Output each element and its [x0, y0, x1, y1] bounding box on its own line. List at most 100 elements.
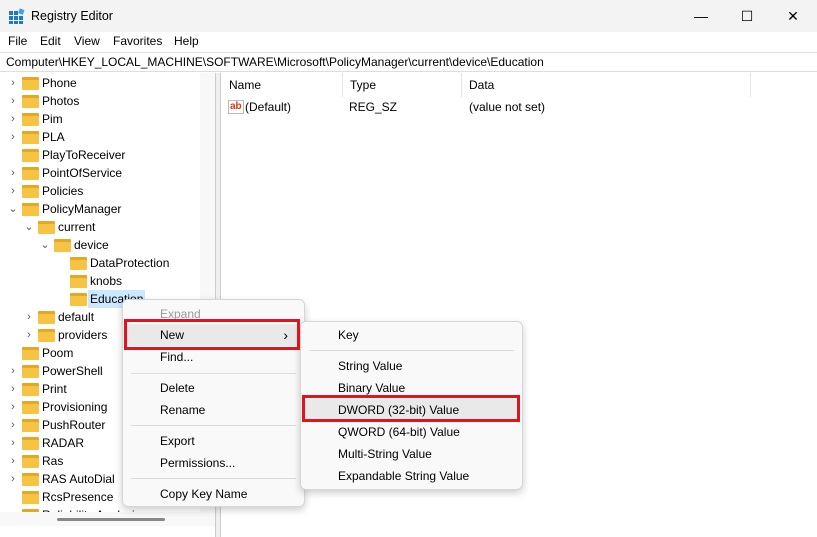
tree-item[interactable]: ⌄ device [0, 236, 200, 254]
chevron-right-icon[interactable]: › [8, 470, 18, 488]
value-data: (value not set) [469, 100, 546, 114]
folder-icon [22, 185, 39, 198]
tree-item-label: RAS AutoDial [42, 472, 115, 486]
chevron-right-icon[interactable]: › [8, 380, 18, 398]
tree-item-label: PushRouter [42, 418, 106, 432]
folder-icon [22, 365, 39, 378]
tree-item-label: Ras [42, 454, 64, 468]
menu-bar: File Edit View Favorites Help [0, 32, 817, 51]
tree-item-label: PowerShell [42, 364, 103, 378]
column-data[interactable]: Data [462, 73, 751, 97]
submenu-item-qword-value[interactable]: QWORD (64-bit) Value [305, 421, 518, 443]
column-type[interactable]: Type [343, 73, 462, 97]
submenu-item-key[interactable]: Key [305, 324, 518, 346]
scroll-thumb[interactable] [57, 518, 165, 521]
chevron-right-icon[interactable]: › [8, 416, 18, 434]
folder-icon [22, 401, 39, 414]
chevron-down-icon[interactable]: ⌄ [40, 236, 50, 254]
folder-icon [38, 311, 55, 324]
tree-item[interactable]: › PLA [0, 128, 200, 146]
maximize-button[interactable]: ☐ [724, 0, 770, 32]
value-name: (Default) [245, 100, 292, 114]
menu-view[interactable]: View [74, 34, 100, 48]
folder-icon [22, 419, 39, 432]
window-title: Registry Editor [31, 9, 113, 23]
folder-icon [22, 437, 39, 450]
minimize-button[interactable]: — [678, 0, 724, 32]
tree-item[interactable]: › Pim [0, 110, 200, 128]
tree-item[interactable]: › PointOfService [0, 164, 200, 182]
folder-icon [22, 113, 39, 126]
menu-item-copy-key-name[interactable]: Copy Key Name [127, 483, 300, 505]
submenu-item-string-value[interactable]: String Value [305, 355, 518, 377]
tree-item-label: PLA [42, 130, 65, 144]
chevron-right-icon[interactable]: › [8, 92, 18, 110]
chevron-right-icon[interactable]: › [8, 74, 18, 92]
tree-item[interactable]: ⌄ PolicyManager [0, 200, 200, 218]
submenu-item-multi-string-value[interactable]: Multi-String Value [305, 443, 518, 465]
close-button[interactable]: ✕ [770, 0, 816, 32]
chevron-right-icon[interactable]: › [8, 110, 18, 128]
column-name[interactable]: Name [222, 73, 343, 97]
menu-item-export[interactable]: Export [127, 430, 300, 452]
folder-icon [22, 77, 39, 90]
folder-icon [22, 491, 39, 504]
menu-favorites[interactable]: Favorites [113, 34, 162, 48]
folder-icon [22, 131, 39, 144]
separator [309, 350, 514, 351]
folder-icon [70, 275, 87, 288]
folder-icon [22, 383, 39, 396]
chevron-down-icon[interactable]: ⌄ [24, 218, 34, 236]
tree-item[interactable]: › Policies [0, 182, 200, 200]
tree-item[interactable]: PlayToReceiver [0, 146, 200, 164]
tree-item[interactable]: DataProtection [0, 254, 200, 272]
folder-icon [22, 203, 39, 216]
menu-item-permissions[interactable]: Permissions... [127, 452, 300, 474]
string-value-icon: ab [228, 100, 244, 114]
submenu-item-expandable-string-value[interactable]: Expandable String Value [305, 465, 518, 487]
folder-icon [38, 221, 55, 234]
tree-item-label: PolicyManager [42, 202, 122, 216]
folder-icon [22, 167, 39, 180]
chevron-right-icon[interactable]: › [8, 182, 18, 200]
chevron-right-icon[interactable]: › [8, 164, 18, 182]
chevron-right-icon[interactable]: › [24, 326, 34, 344]
menu-item-rename[interactable]: Rename [127, 399, 300, 421]
chevron-right-icon[interactable]: › [8, 434, 18, 452]
chevron-right-icon[interactable]: › [8, 362, 18, 380]
folder-icon [70, 293, 87, 306]
chevron-right-icon[interactable]: › [8, 128, 18, 146]
title-bar: Registry Editor — ☐ ✕ [0, 0, 817, 32]
separator [131, 373, 296, 374]
chevron-right-icon[interactable]: › [8, 452, 18, 470]
menu-file[interactable]: File [8, 34, 27, 48]
highlight-new [124, 319, 300, 350]
tree-item-label: device [74, 238, 109, 252]
chevron-down-icon[interactable]: ⌄ [8, 200, 18, 218]
tree-item-label: Provisioning [42, 400, 108, 414]
highlight-dword [302, 395, 520, 422]
tree-item-label: Pim [42, 112, 63, 126]
folder-icon [38, 329, 55, 342]
tree-item[interactable]: › Phone [0, 74, 200, 92]
separator [131, 478, 296, 479]
folder-icon [22, 455, 39, 468]
chevron-right-icon[interactable]: › [24, 308, 34, 326]
tree-item-label: knobs [90, 274, 123, 288]
folder-icon [22, 347, 39, 360]
tree-item-label: current [58, 220, 96, 234]
tree-item[interactable]: › Photos [0, 92, 200, 110]
tree-item-label: DataProtection [90, 256, 170, 270]
address-bar[interactable]: Computer\HKEY_LOCAL_MACHINE\SOFTWARE\Mic… [0, 52, 817, 72]
chevron-right-icon[interactable]: › [8, 398, 18, 416]
menu-edit[interactable]: Edit [40, 34, 61, 48]
folder-icon [22, 95, 39, 108]
folder-icon [22, 149, 39, 162]
tree-item[interactable]: knobs [0, 272, 200, 290]
menu-item-delete[interactable]: Delete [127, 377, 300, 399]
tree-item[interactable]: ⌄ current [0, 218, 200, 236]
registry-editor-icon [9, 8, 25, 24]
tree-horizontal-scrollbar[interactable] [0, 512, 215, 526]
folder-icon [22, 473, 39, 486]
menu-help[interactable]: Help [174, 34, 199, 48]
